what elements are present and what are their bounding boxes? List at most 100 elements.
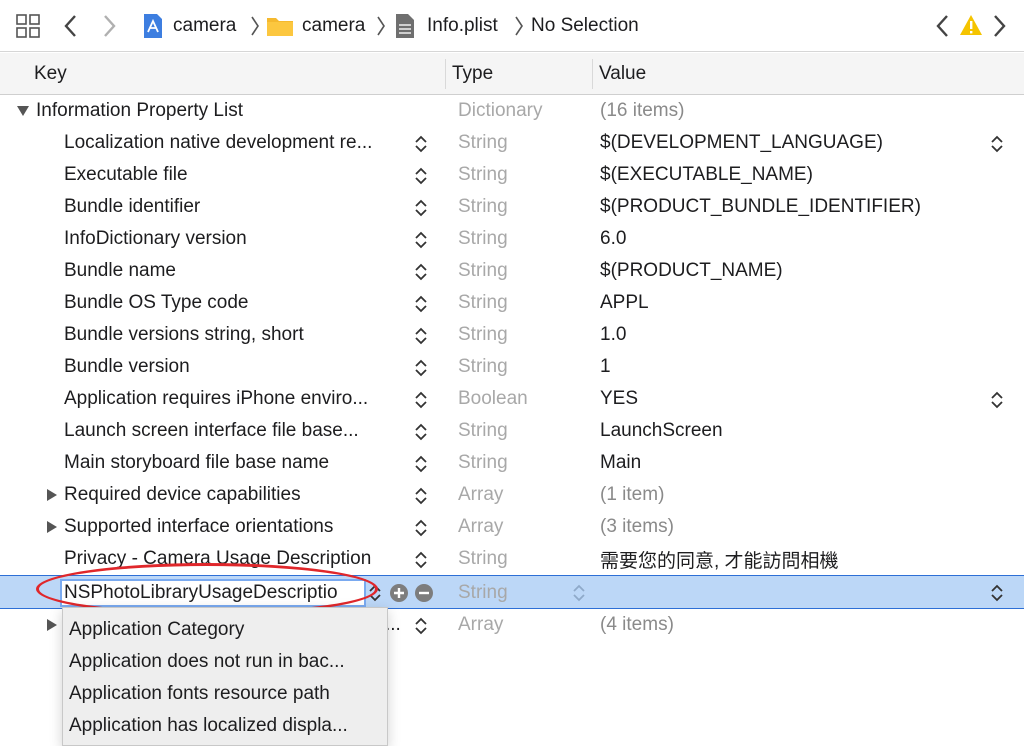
plist-file-icon — [396, 14, 414, 38]
key-cell: Supported interface orientations — [64, 516, 334, 537]
type-popup-icon[interactable] — [572, 583, 586, 603]
next-issue-icon[interactable] — [990, 12, 1010, 40]
previous-issue-icon[interactable] — [932, 12, 952, 40]
key-stepper-icon[interactable] — [414, 294, 428, 314]
value-popup-icon[interactable] — [990, 583, 1004, 603]
forward-arrow-icon[interactable] — [100, 12, 120, 40]
warning-icon[interactable] — [959, 14, 983, 36]
menu-item[interactable]: Application has localized displa... — [69, 710, 348, 742]
table-row[interactable]: Supported interface orientations Array (… — [0, 511, 1024, 543]
table-row[interactable]: Main storyboard file base name String Ma… — [0, 447, 1024, 479]
type-cell: String — [458, 196, 508, 217]
breadcrumb-label: Info.plist — [427, 15, 498, 36]
key-stepper-icon[interactable] — [414, 230, 428, 250]
type-cell: String — [458, 132, 508, 153]
menu-item[interactable]: Application fonts resource path — [69, 678, 330, 710]
key-cell: ... — [385, 614, 401, 635]
chevron-right-icon — [377, 16, 385, 36]
type-cell: String — [458, 356, 508, 377]
key-autocomplete-menu: Application Category Application does no… — [62, 607, 388, 746]
value-popup-icon[interactable] — [990, 134, 1004, 154]
folder-icon — [267, 18, 293, 36]
table-row[interactable]: Localization native development re... St… — [0, 127, 1024, 159]
disclosure-open-icon[interactable] — [16, 104, 30, 118]
key-cell: Bundle identifier — [64, 196, 201, 217]
value-cell: $(EXECUTABLE_NAME) — [600, 164, 813, 185]
type-cell[interactable]: String — [458, 577, 588, 609]
value-cell: $(DEVELOPMENT_LANGUAGE) — [600, 132, 883, 153]
column-header-value[interactable]: Value — [599, 53, 646, 95]
value-cell: 1.0 — [600, 324, 627, 345]
key-stepper-icon[interactable] — [414, 454, 428, 474]
table-row[interactable]: Required device capabilities Array (1 it… — [0, 479, 1024, 511]
column-header-key[interactable]: Key — [34, 53, 67, 95]
jump-bar: camera camera Info.plist No Selection — [0, 0, 1024, 52]
key-cell: Executable file — [64, 164, 188, 185]
table-row[interactable]: Bundle versions string, short String 1.0 — [0, 319, 1024, 351]
table-row-editing[interactable]: NSPhotoLibraryUsageDescriptio String — [0, 563, 1024, 615]
value-popup-icon[interactable] — [990, 390, 1004, 410]
type-cell: String — [458, 452, 508, 473]
key-stepper-icon[interactable] — [414, 486, 428, 506]
key-stepper-icon[interactable] — [414, 198, 428, 218]
breadcrumb-folder[interactable]: camera — [266, 0, 365, 52]
breadcrumb-file[interactable]: Info.plist — [395, 0, 498, 52]
table-row-root[interactable]: Information Property List Dictionary (16… — [0, 95, 1024, 127]
add-row-button[interactable] — [390, 584, 408, 602]
table-row[interactable]: Executable file String $(EXECUTABLE_NAME… — [0, 159, 1024, 191]
key-cell: Required device capabilities — [64, 484, 301, 505]
value-cell: (3 items) — [600, 516, 674, 537]
type-cell: Array — [458, 516, 504, 537]
table-header: Key Type Value — [0, 53, 1024, 95]
type-cell: Array — [458, 484, 504, 505]
chevron-right-icon — [251, 16, 259, 36]
table-row[interactable]: Bundle identifier String $(PRODUCT_BUNDL… — [0, 191, 1024, 223]
key-stepper-icon[interactable] — [414, 326, 428, 346]
key-cell: Launch screen interface file base... — [64, 420, 359, 441]
back-arrow-icon[interactable] — [60, 12, 80, 40]
key-stepper-icon[interactable] — [414, 518, 428, 538]
menu-item[interactable]: Application does not run in bac... — [69, 646, 345, 678]
key-stepper-icon[interactable] — [414, 262, 428, 282]
column-divider[interactable] — [592, 59, 593, 89]
type-cell: String — [458, 420, 508, 441]
key-cell: Bundle version — [64, 356, 190, 377]
remove-row-button[interactable] — [415, 584, 433, 602]
table-row[interactable]: Bundle version String 1 — [0, 351, 1024, 383]
disclosure-closed-icon[interactable] — [45, 488, 59, 502]
key-cell: Bundle versions string, short — [64, 324, 304, 345]
table-row[interactable]: Bundle OS Type code String APPL — [0, 287, 1024, 319]
key-stepper-icon[interactable] — [414, 616, 428, 636]
key-stepper-icon[interactable] — [414, 550, 428, 570]
column-divider[interactable] — [445, 59, 446, 89]
value-cell: APPL — [600, 292, 649, 313]
key-cell: Localization native development re... — [64, 132, 373, 153]
menu-item[interactable]: Application Category — [69, 614, 244, 646]
table-row[interactable]: Launch screen interface file base... Str… — [0, 415, 1024, 447]
table-row[interactable]: Application requires iPhone enviro... Bo… — [0, 383, 1024, 415]
key-cell: InfoDictionary version — [64, 228, 247, 249]
related-items-icon[interactable] — [16, 14, 40, 38]
key-stepper-icon[interactable] — [414, 390, 428, 410]
breadcrumb-selection[interactable]: No Selection — [531, 0, 639, 52]
value-cell: YES — [600, 388, 639, 409]
minus-icon — [419, 591, 429, 595]
disclosure-closed-icon[interactable] — [45, 520, 59, 534]
key-stepper-icon[interactable] — [414, 134, 428, 154]
key-cell: Bundle OS Type code — [64, 292, 249, 313]
value-cell: LaunchScreen — [600, 420, 723, 441]
breadcrumb-project[interactable]: camera — [142, 0, 236, 52]
breadcrumb-label: camera — [302, 15, 366, 36]
key-stepper-icon[interactable] — [414, 358, 428, 378]
chevron-right-icon — [515, 16, 523, 36]
value-cell[interactable] — [600, 577, 980, 609]
value-cell: Main — [600, 452, 642, 473]
table-row[interactable]: Bundle name String $(PRODUCT_NAME) — [0, 255, 1024, 287]
table-row[interactable]: InfoDictionary version String 6.0 — [0, 223, 1024, 255]
disclosure-closed-icon[interactable] — [45, 618, 59, 632]
key-stepper-icon[interactable] — [414, 166, 428, 186]
column-header-type[interactable]: Type — [452, 53, 493, 95]
key-stepper-icon[interactable] — [414, 422, 428, 442]
type-cell: String — [458, 292, 508, 313]
key-cell: Information Property List — [36, 100, 243, 121]
